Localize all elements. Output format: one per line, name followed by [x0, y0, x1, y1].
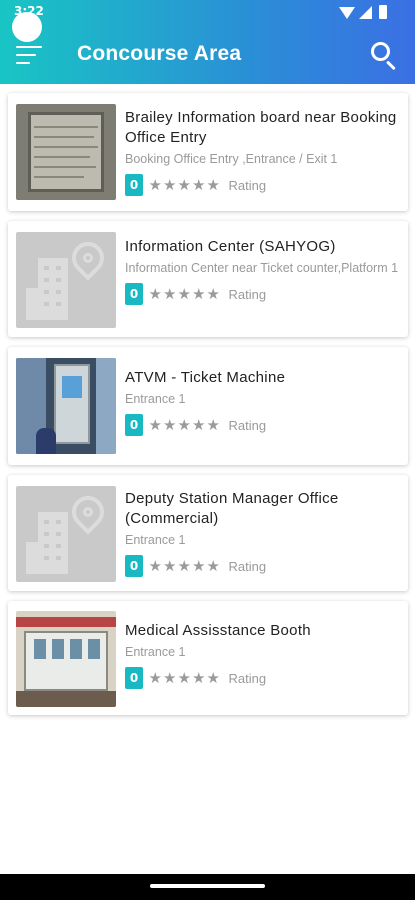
item-location: Entrance 1 — [125, 645, 186, 659]
rating-badge: 0 — [125, 174, 143, 196]
ticket-machine-photo — [16, 358, 116, 454]
star-icon[interactable]: ★ — [177, 176, 192, 194]
star-icon[interactable]: ★ — [177, 669, 192, 687]
star-icon[interactable]: ★ — [177, 416, 192, 434]
item-location: Booking Office Entry ,Entrance / Exit 1 — [125, 152, 338, 166]
hamburger-menu-icon[interactable] — [16, 44, 44, 66]
item-title: ATVM - Ticket Machine — [125, 369, 286, 386]
star-icon[interactable]: ★ — [148, 669, 163, 687]
rating-badge: 0 — [125, 667, 143, 689]
item-details: Information Center (SAHYOG) Information … — [125, 237, 400, 305]
star-icon[interactable]: ★ — [177, 557, 192, 575]
item-title: Brailey Information board near Booking O… — [125, 109, 397, 146]
search-icon[interactable] — [369, 40, 399, 71]
star-icon[interactable]: ★ — [148, 285, 163, 303]
item-title: Medical Assisstance Booth — [125, 622, 311, 639]
star-icon[interactable]: ★ — [163, 416, 178, 434]
rating-row: 0 ★★★★★ Rating — [125, 174, 400, 196]
rating-label: Rating — [228, 286, 267, 302]
item-title: Deputy Station Manager Office (Commercia… — [125, 490, 339, 527]
star-icon[interactable]: ★ — [192, 176, 207, 194]
star-icon[interactable]: ★ — [206, 669, 221, 687]
star-icon[interactable]: ★ — [192, 557, 207, 575]
star-icon[interactable]: ★ — [206, 285, 221, 303]
rating-label: Rating — [228, 670, 267, 686]
star-icon[interactable]: ★ — [148, 416, 163, 434]
rating-row: 0 ★★★★★ Rating — [125, 555, 400, 577]
battery-icon — [379, 5, 387, 19]
item-title: Information Center (SAHYOG) — [125, 238, 336, 255]
status-bar: 3:22 — [0, 0, 415, 42]
placeholder-building-icon — [16, 232, 116, 328]
star-icon[interactable]: ★ — [163, 669, 178, 687]
braille-board-photo — [16, 104, 116, 200]
rating-row: 0 ★★★★★ Rating — [125, 414, 400, 436]
rating-badge: 0 — [125, 283, 143, 305]
list-item[interactable]: Information Center (SAHYOG) Information … — [8, 221, 408, 337]
wifi-icon — [339, 7, 355, 19]
star-icon[interactable]: ★ — [206, 557, 221, 575]
item-details: Medical Assisstance Booth Entrance 1 0 ★… — [125, 621, 400, 689]
medical-booth-photo — [16, 611, 116, 707]
status-icons — [339, 5, 393, 21]
app-header: 3:22 Concourse Area — [0, 0, 415, 84]
list-item[interactable]: ATVM - Ticket Machine Entrance 1 0 ★★★★★… — [8, 347, 408, 465]
star-icon[interactable]: ★ — [163, 285, 178, 303]
star-icon[interactable]: ★ — [163, 176, 178, 194]
item-location: Information Center near Ticket counter,P… — [125, 261, 399, 275]
star-rating[interactable]: ★★★★★ — [148, 176, 221, 194]
star-rating[interactable]: ★★★★★ — [148, 416, 221, 434]
home-indicator[interactable] — [150, 884, 265, 888]
star-icon[interactable]: ★ — [206, 416, 221, 434]
placeholder-building-icon — [16, 486, 116, 582]
star-icon[interactable]: ★ — [192, 669, 207, 687]
star-icon[interactable]: ★ — [206, 176, 221, 194]
item-location: Entrance 1 — [125, 533, 186, 547]
list-item[interactable]: Brailey Information board near Booking O… — [8, 93, 408, 211]
item-details: Brailey Information board near Booking O… — [125, 108, 400, 196]
star-icon[interactable]: ★ — [163, 557, 178, 575]
item-details: ATVM - Ticket Machine Entrance 1 0 ★★★★★… — [125, 368, 400, 436]
rating-badge: 0 — [125, 414, 143, 436]
star-icon[interactable]: ★ — [192, 416, 207, 434]
rating-label: Rating — [228, 177, 267, 193]
item-details: Deputy Station Manager Office (Commercia… — [125, 489, 400, 577]
star-icon[interactable]: ★ — [148, 557, 163, 575]
star-icon[interactable]: ★ — [148, 176, 163, 194]
page-title: Concourse Area — [77, 42, 242, 65]
status-time: 3:22 — [14, 4, 44, 18]
star-rating[interactable]: ★★★★★ — [148, 669, 221, 687]
star-rating[interactable]: ★★★★★ — [148, 285, 221, 303]
rating-badge: 0 — [125, 555, 143, 577]
star-rating[interactable]: ★★★★★ — [148, 557, 221, 575]
rating-label: Rating — [228, 558, 267, 574]
rating-label: Rating — [228, 417, 267, 433]
facility-list: Brailey Information board near Booking O… — [8, 93, 408, 725]
list-item[interactable]: Deputy Station Manager Office (Commercia… — [8, 475, 408, 591]
star-icon[interactable]: ★ — [192, 285, 207, 303]
rating-row: 0 ★★★★★ Rating — [125, 667, 400, 689]
item-location: Entrance 1 — [125, 392, 186, 406]
rating-row: 0 ★★★★★ Rating — [125, 283, 400, 305]
signal-icon — [359, 6, 372, 19]
star-icon[interactable]: ★ — [177, 285, 192, 303]
list-item[interactable]: Medical Assisstance Booth Entrance 1 0 ★… — [8, 601, 408, 715]
